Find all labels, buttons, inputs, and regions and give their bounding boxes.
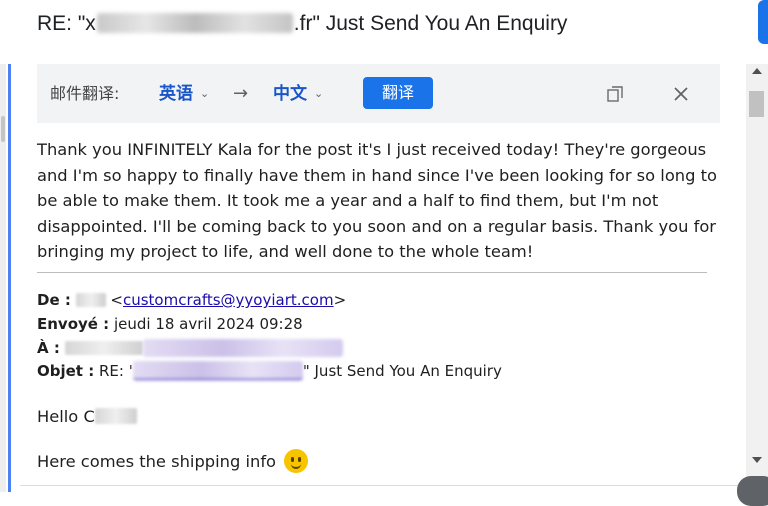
email-view: { "email": { "subject_prefix": "RE: \"x"… — [0, 0, 768, 506]
subject-prefix: RE: "x — [37, 12, 96, 35]
source-language-label: 英语 — [159, 84, 193, 104]
chevron-down-icon: ⌄ — [314, 87, 324, 100]
floating-action-button[interactable] — [737, 476, 768, 506]
quoted-to-line: À : — [37, 337, 343, 360]
focus-accent-bar — [8, 64, 11, 492]
from-label: De : — [37, 291, 71, 309]
subject-suffix: .fr" Just Send You An Enquiry — [293, 12, 568, 35]
quoted-subject-prefix: RE: ' — [98, 362, 133, 380]
redacted-recipient-blur-purple — [142, 339, 343, 357]
redacted-subject-link-blur[interactable] — [132, 361, 303, 380]
close-icon[interactable] — [671, 84, 691, 104]
target-language-select[interactable]: 中文 ⌄ — [273, 64, 323, 124]
side-panel-tab[interactable] — [758, 0, 768, 44]
bottom-divider — [20, 485, 745, 486]
arrow-right-icon: → — [233, 83, 249, 104]
left-scroll-thumb[interactable] — [1, 116, 5, 142]
shipping-text: Here comes the shipping info — [37, 452, 277, 471]
translation-bar: 邮件翻译: 英语 ⌄ → 中文 ⌄ 翻译 — [37, 64, 720, 123]
smiley-emoji-icon — [284, 449, 309, 473]
to-label: À : — [37, 339, 60, 357]
quoted-subject-line: Objet : RE: ' " Just Send You An Enquiry — [37, 360, 502, 383]
target-language-label: 中文 — [273, 84, 307, 104]
quoted-from-line: De : <customcrafts@yyoyiart.com> — [37, 291, 347, 309]
email-subject: RE: "x .fr" Just Send You An Enquiry — [37, 8, 567, 40]
scroll-up-arrow-icon[interactable] — [752, 68, 762, 74]
copy-icon[interactable] — [605, 84, 625, 104]
translation-label: 邮件翻译: — [50, 84, 120, 103]
chevron-down-icon: ⌄ — [200, 87, 210, 100]
redacted-recipient-blur — [64, 341, 143, 355]
greeting-line: Hello C — [37, 405, 137, 429]
sent-label: Envoyé : — [37, 315, 110, 333]
redacted-name-blur — [75, 293, 106, 307]
email-body-paragraph: Thank you INFINITELY Kala for the post i… — [37, 140, 717, 261]
greeting-text: Hello C — [37, 407, 95, 426]
sent-value: jeudi 18 avril 2024 09:28 — [113, 315, 303, 333]
scroll-thumb[interactable] — [749, 91, 764, 117]
left-scrollbar[interactable] — [0, 64, 6, 492]
subject-label: Objet : — [37, 362, 95, 380]
quoted-subject-suffix: " Just Send You An Enquiry — [302, 362, 502, 380]
source-language-select[interactable]: 英语 ⌄ — [159, 64, 209, 124]
scroll-down-arrow-icon[interactable] — [752, 457, 762, 463]
redacted-email-blur — [96, 13, 293, 33]
shipping-line: Here comes the shipping info — [37, 449, 309, 475]
from-email-link[interactable]: customcrafts@yyoyiart.com — [123, 291, 334, 309]
quote-divider — [37, 272, 707, 273]
vertical-scrollbar[interactable] — [746, 64, 768, 478]
translate-button[interactable]: 翻译 — [363, 77, 433, 109]
quoted-sent-line: Envoyé : jeudi 18 avril 2024 09:28 — [37, 313, 303, 336]
redacted-greeting-name-blur — [94, 408, 137, 424]
